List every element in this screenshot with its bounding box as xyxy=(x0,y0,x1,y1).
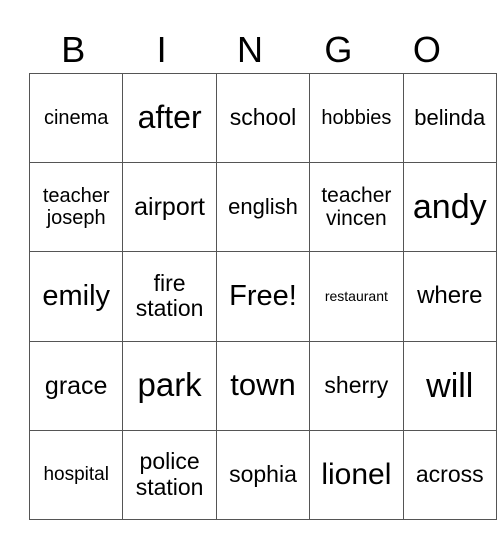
grid-row: hospital police station sophia lionel across xyxy=(28,429,497,520)
grid-row: grace park town sherry will xyxy=(28,340,497,431)
bingo-cell[interactable]: sherry xyxy=(309,340,404,431)
grid-row: teacher joseph airport english teacher vinc… xyxy=(28,162,497,253)
bingo-cell[interactable]: restaurant xyxy=(309,251,404,342)
bingo-cell[interactable]: teacher vincen xyxy=(309,162,404,253)
header-letter-o: O xyxy=(412,29,441,70)
bingo-cell[interactable]: cinema xyxy=(28,72,124,164)
bingo-cell[interactable]: fire station xyxy=(122,251,217,342)
bingo-cell[interactable]: after xyxy=(122,72,217,164)
bingo-cell[interactable]: grace xyxy=(28,340,124,431)
grid-row: cinema after school hobbies belinda xyxy=(28,72,497,164)
free-space-cell[interactable]: Free! xyxy=(215,251,311,342)
header-letter-i: I xyxy=(156,29,167,70)
bingo-cell[interactable]: park xyxy=(122,340,217,431)
bingo-cell[interactable]: where xyxy=(402,251,497,342)
bingo-cell[interactable]: belinda xyxy=(402,72,497,164)
bingo-grid: cinema after school hobbies belinda teacher j… xyxy=(28,72,497,520)
bingo-cell[interactable]: english xyxy=(215,162,311,253)
bingo-cell[interactable]: police station xyxy=(122,429,217,520)
bingo-cell[interactable]: emily xyxy=(28,251,124,342)
bingo-cell[interactable]: school xyxy=(215,72,311,164)
bingo-cell[interactable]: will xyxy=(402,340,497,431)
bingo-cell[interactable]: town xyxy=(215,340,311,431)
bingo-cell[interactable]: teacher joseph xyxy=(28,162,124,253)
header-letter-g: G xyxy=(324,29,353,70)
grid-row: emily fire station Free! restaurant where xyxy=(28,251,497,342)
bingo-cell[interactable]: across xyxy=(402,429,497,520)
bingo-header: B I N G O xyxy=(29,28,471,72)
bingo-cell[interactable]: andy xyxy=(402,162,497,253)
bingo-cell[interactable]: airport xyxy=(122,162,217,253)
header-letter-b: B xyxy=(61,29,86,70)
bingo-cell[interactable]: lionel xyxy=(309,429,404,520)
bingo-cell[interactable]: hobbies xyxy=(309,72,404,164)
bingo-cell[interactable]: sophia xyxy=(215,429,311,520)
header-letter-n: N xyxy=(237,29,264,70)
bingo-cell[interactable]: hospital xyxy=(28,429,124,520)
